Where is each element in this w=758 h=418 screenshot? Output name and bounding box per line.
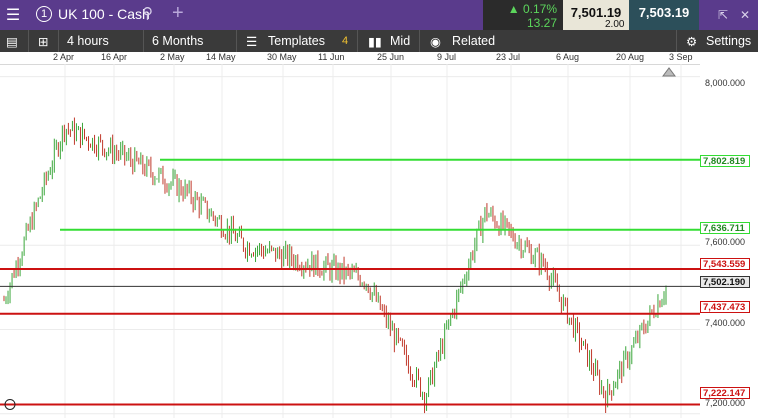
detach-icon[interactable]: ⇱ bbox=[718, 8, 728, 22]
time-tick: 30 May bbox=[267, 52, 297, 62]
templates-button[interactable]: Templates bbox=[268, 30, 325, 52]
level-tag-red[interactable]: 7,437.473 bbox=[700, 301, 750, 313]
time-tick: 20 Aug bbox=[616, 52, 645, 62]
spread-value: 2.00 bbox=[603, 19, 627, 30]
chart-toolbar: ▤ ⊞ 4 hours 6 Months ☰ Templates 4 ▮▮ Mi… bbox=[0, 30, 758, 52]
price-change-box: ▲ 0.17% 13.27 bbox=[483, 0, 563, 30]
time-tick: 16 Apr bbox=[101, 52, 128, 62]
buy-price: 7,503.19 bbox=[638, 5, 690, 20]
time-tick: 14 May bbox=[206, 52, 236, 62]
gear-icon[interactable]: ⚙ bbox=[686, 30, 697, 52]
price-tick: 7,400.000 bbox=[705, 318, 746, 328]
price-tick: 8,000.000 bbox=[705, 78, 746, 88]
price-type-selector[interactable]: Mid bbox=[390, 30, 410, 52]
hamburger-icon[interactable]: ☰ bbox=[0, 0, 26, 30]
change-points: 13.27 bbox=[526, 16, 557, 30]
close-icon[interactable]: ✕ bbox=[740, 8, 750, 22]
sell-price: 7,501.19 bbox=[570, 5, 622, 20]
time-tick: 23 Jul bbox=[496, 52, 521, 62]
time-tick: 2 Apr bbox=[53, 52, 75, 62]
price-axis bbox=[700, 52, 758, 418]
add-tab-icon[interactable]: + bbox=[172, 2, 184, 25]
level-tag-red[interactable]: 7,543.559 bbox=[700, 258, 750, 270]
templates-count-badge: 4 bbox=[342, 35, 349, 47]
time-tick: 9 Jul bbox=[437, 52, 457, 62]
templates-icon[interactable]: ☰ bbox=[246, 30, 257, 52]
eye-icon[interactable]: ◉ bbox=[430, 30, 441, 52]
instrument-title[interactable]: UK 100 - Cash bbox=[58, 6, 150, 22]
tab-number[interactable]: 1 bbox=[36, 6, 52, 22]
change-percent: ▲ 0.17% bbox=[507, 2, 557, 16]
range-selector[interactable]: 6 Months bbox=[152, 30, 203, 52]
current-price-tag: 7,502.190 bbox=[700, 276, 750, 288]
settings-button[interactable]: Settings bbox=[706, 30, 751, 52]
time-tick: 11 Jun bbox=[318, 52, 345, 62]
related-button[interactable]: Related bbox=[452, 30, 495, 52]
time-tick: 2 May bbox=[160, 52, 185, 62]
search-icon[interactable]: ⚲ bbox=[142, 4, 153, 22]
time-tick: 6 Aug bbox=[556, 52, 580, 62]
price-chart[interactable] bbox=[0, 64, 700, 418]
level-tag-green[interactable]: 7,636.711 bbox=[700, 222, 750, 234]
interval-selector[interactable]: 4 hours bbox=[67, 30, 109, 52]
price-type-icon[interactable]: ▮▮ bbox=[368, 30, 382, 52]
layout-grid-icon[interactable]: ⊞ bbox=[38, 30, 48, 52]
buy-button[interactable]: 7,503.19 bbox=[629, 0, 699, 30]
time-tick: 3 Sep bbox=[669, 52, 693, 62]
price-tick: 7,600.000 bbox=[705, 237, 746, 247]
scroll-to-latest-icon bbox=[662, 67, 676, 77]
time-tick: 25 Jun bbox=[377, 52, 405, 62]
drawing-tools-icon[interactable]: ▤ bbox=[6, 30, 18, 52]
level-tag-green[interactable]: 7,802.819 bbox=[700, 155, 750, 167]
level-tag-red[interactable]: 7,222.147 bbox=[700, 387, 750, 399]
